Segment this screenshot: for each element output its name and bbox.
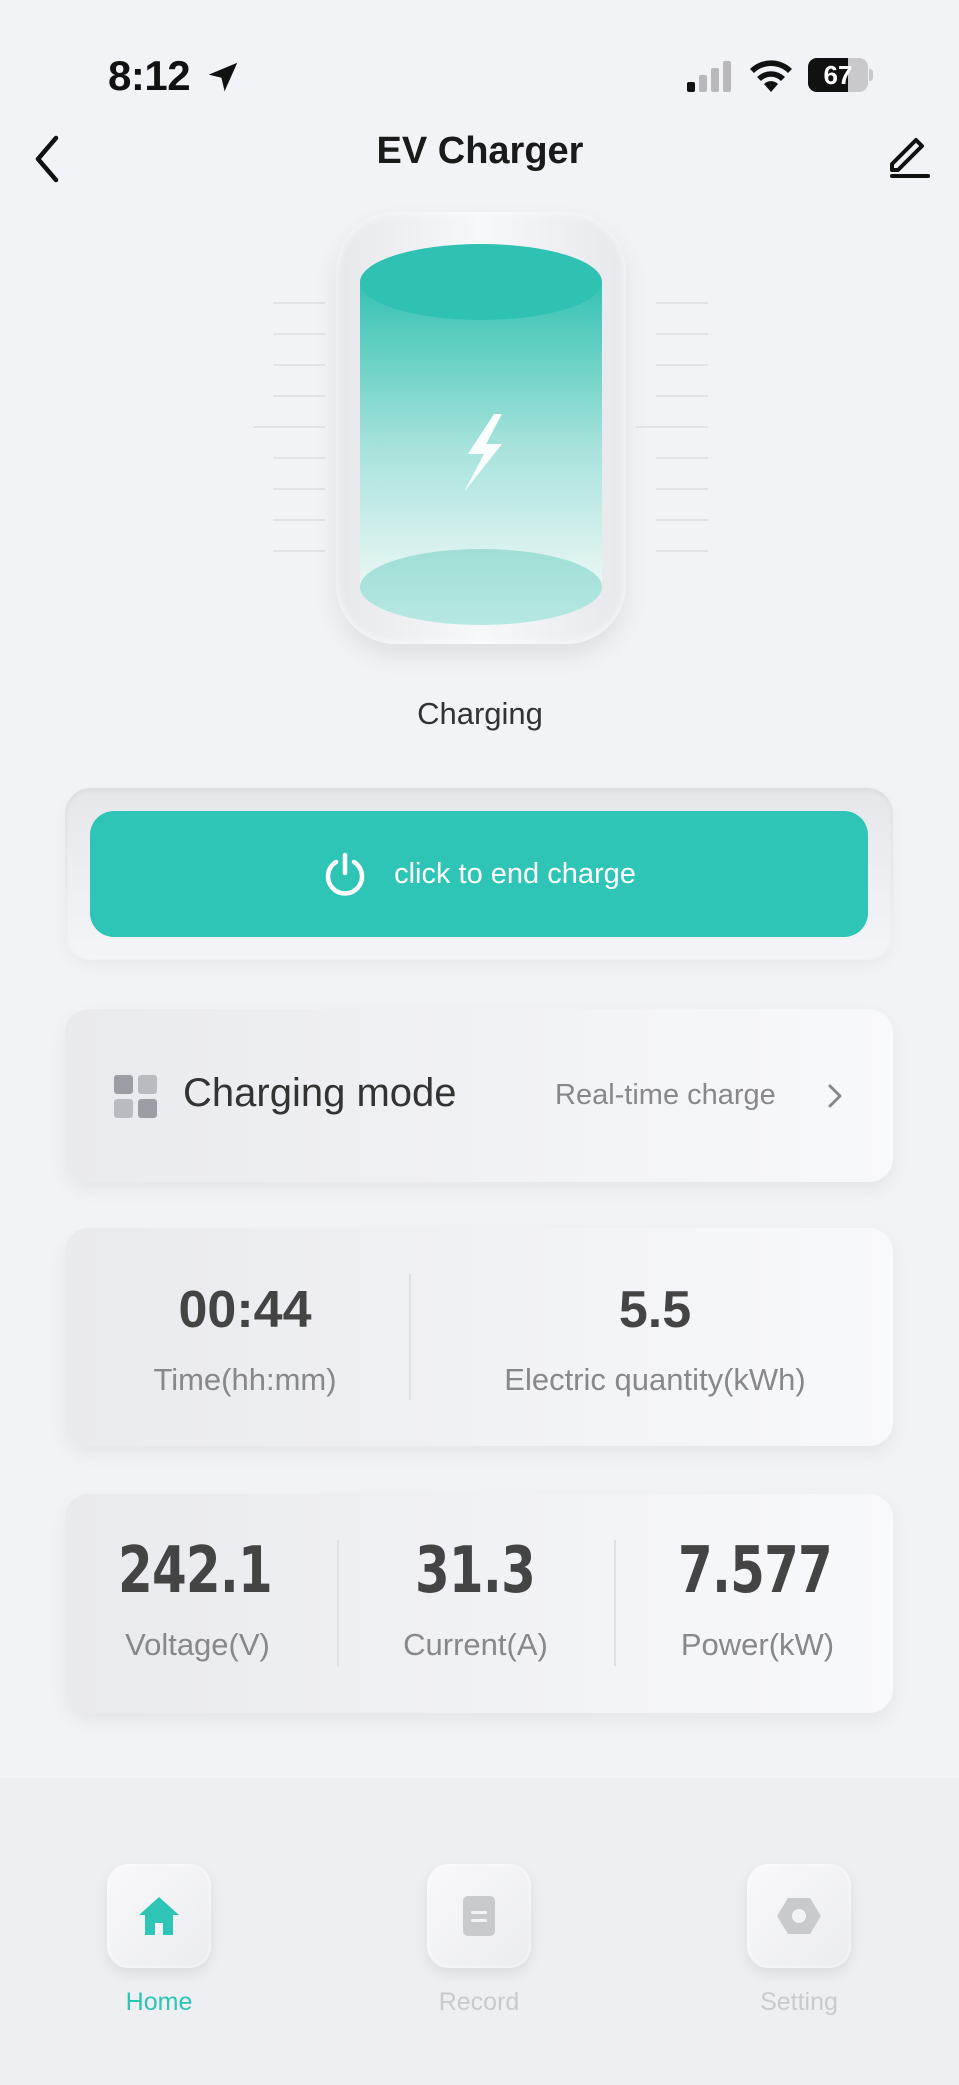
- gauge-tick: [656, 395, 708, 397]
- gauge-tick: [636, 426, 708, 428]
- stat-divider: [614, 1540, 616, 1666]
- charging-mode-label: Charging mode: [183, 1071, 457, 1115]
- energy-value: 5.5: [618, 1281, 692, 1339]
- wifi-icon: [750, 60, 792, 92]
- stat-divider: [337, 1540, 339, 1666]
- current-label: Current(A): [403, 1627, 548, 1662]
- time-energy-card: 00:44 Time(hh:mm) 5.5 Electric quantity(…: [65, 1228, 893, 1446]
- gauge-tick: [273, 333, 325, 335]
- gauge-ticks-left: [225, 300, 325, 560]
- voltage-value: 242.1: [117, 1534, 273, 1608]
- gauge-tick: [273, 395, 325, 397]
- power-value: 7.577: [677, 1534, 833, 1608]
- gauge-tick: [656, 364, 708, 366]
- gauge-tick: [656, 550, 708, 552]
- tab-setting-icon-box: [747, 1864, 851, 1968]
- chevron-right-icon: [828, 1084, 842, 1108]
- battery-indicator: 67: [808, 58, 873, 94]
- gauge-tick: [656, 457, 708, 459]
- back-button[interactable]: [28, 130, 74, 188]
- record-icon: [463, 1896, 495, 1936]
- tab-home-icon-box: [107, 1864, 211, 1968]
- charging-mode-value: Real-time charge: [555, 1079, 776, 1111]
- gauge-tick: [656, 333, 708, 335]
- grid-icon: [114, 1075, 157, 1118]
- charging-mode-row[interactable]: Charging mode Real-time charge: [65, 1009, 893, 1182]
- edit-pencil-icon[interactable]: [884, 130, 934, 180]
- tab-home-label: Home: [125, 1988, 193, 2016]
- cellular-signal-icon: [687, 61, 731, 92]
- gauge-tick: [273, 550, 325, 552]
- energy-label: Electric quantity(kWh): [504, 1362, 806, 1397]
- setting-icon: [777, 1898, 821, 1934]
- end-charge-button[interactable]: click to end charge: [90, 811, 868, 937]
- gauge-tick: [273, 364, 325, 366]
- elapsed-time-label: Time(hh:mm): [153, 1362, 337, 1397]
- elapsed-time-value: 00:44: [178, 1281, 312, 1339]
- power-label: Power(kW): [680, 1627, 835, 1662]
- gauge-tick: [273, 519, 325, 521]
- power-icon: [325, 852, 365, 896]
- gauge-tick: [656, 302, 708, 304]
- tab-setting-label: Setting: [760, 1988, 838, 2016]
- battery-percent: 67: [823, 60, 853, 90]
- end-charge-label: click to end charge: [394, 857, 636, 890]
- status-time: 8:12: [108, 52, 191, 99]
- gauge-tick: [656, 488, 708, 490]
- gauge-tick: [253, 426, 325, 428]
- home-icon: [139, 1897, 179, 1935]
- stat-divider: [409, 1274, 411, 1400]
- gauge-tick: [273, 302, 325, 304]
- tab-record-label: Record: [438, 1988, 520, 2016]
- location-arrow-icon: [208, 62, 238, 92]
- tab-record-icon-box: [427, 1864, 531, 1968]
- voltage-label: Voltage(V): [125, 1627, 270, 1662]
- charger-cylinder-graphic: [360, 244, 602, 625]
- charging-status-label: Charging: [417, 696, 543, 731]
- gauge-tick: [656, 519, 708, 521]
- gauge-ticks-right: [636, 300, 736, 560]
- gauge-tick: [273, 488, 325, 490]
- electrical-stats-card: 242.1 Voltage(V) 31.3 Current(A) 7.577 P…: [65, 1494, 893, 1713]
- page-title: EV Charger: [376, 130, 584, 172]
- gauge-tick: [273, 457, 325, 459]
- current-value: 31.3: [414, 1534, 536, 1608]
